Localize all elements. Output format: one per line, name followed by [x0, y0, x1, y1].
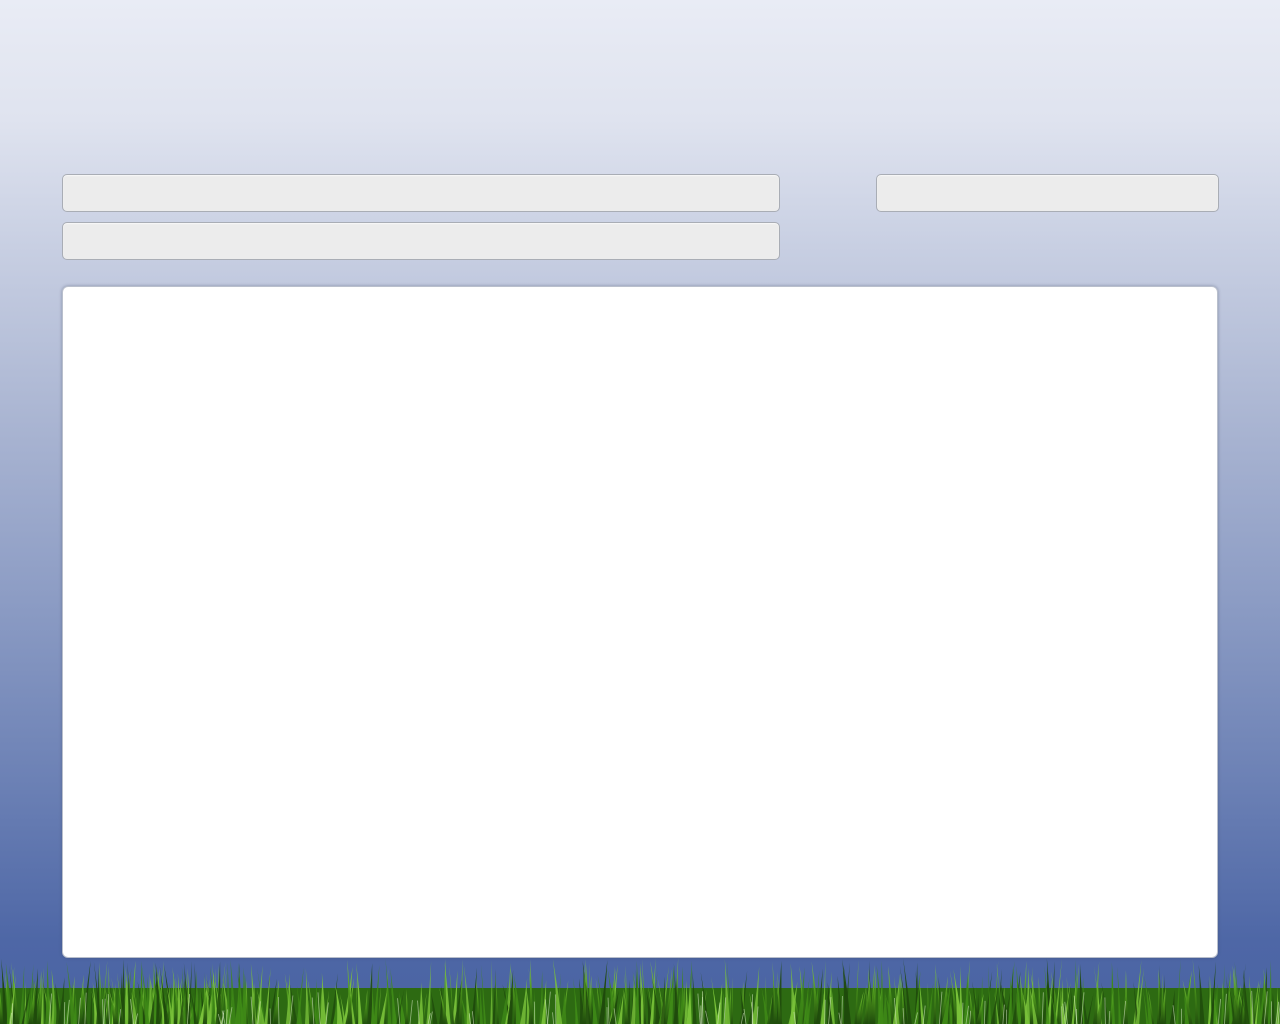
top-right-input-field[interactable] [876, 174, 1219, 212]
second-left-input-field[interactable] [62, 222, 780, 260]
top-left-input-field[interactable] [62, 174, 780, 212]
grass-decoration-icon [0, 958, 1280, 1024]
main-content-panel [62, 286, 1218, 958]
